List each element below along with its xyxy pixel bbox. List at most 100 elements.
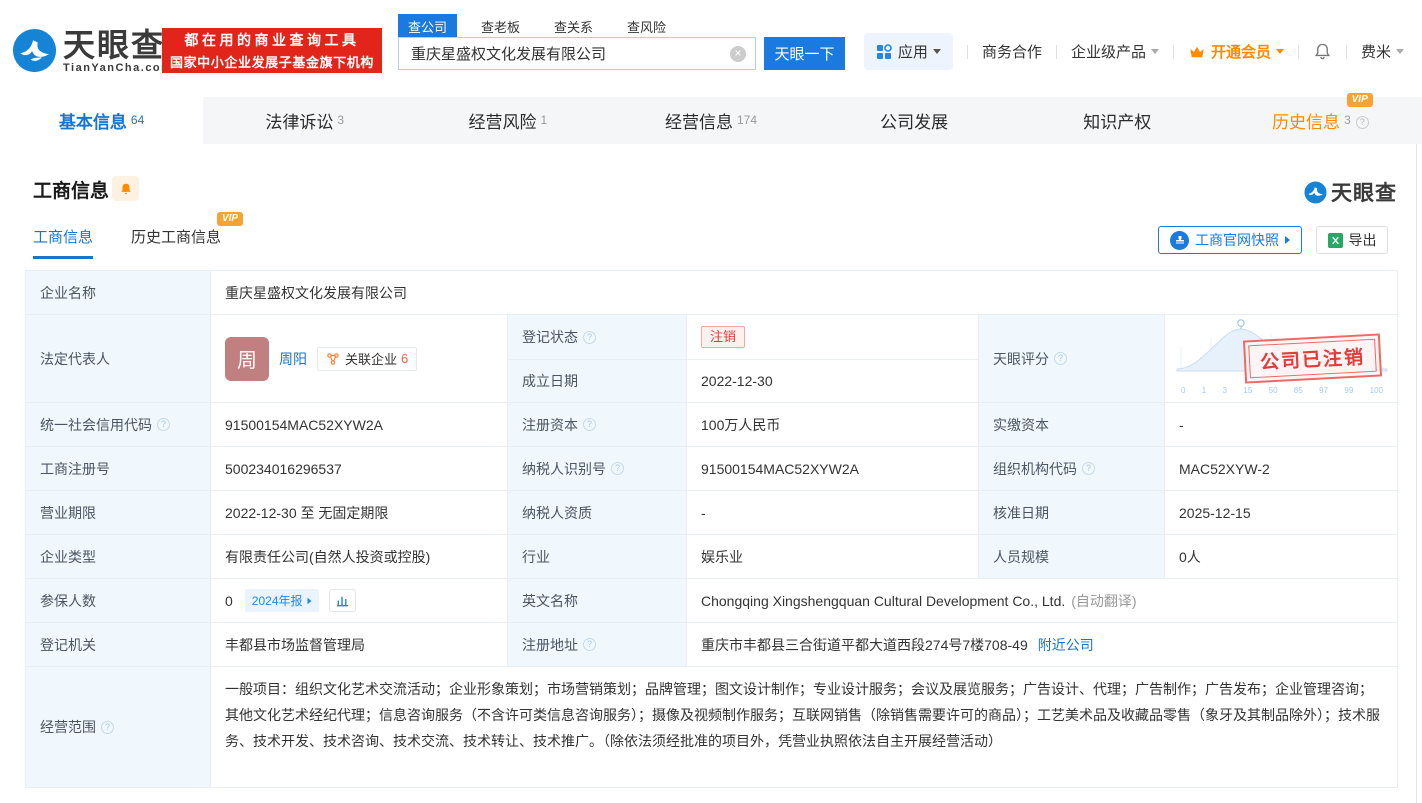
company-name-value: 重庆星盛权文化发展有限公司 — [210, 271, 1397, 314]
legal-rep-avatar[interactable]: 周 — [225, 336, 269, 381]
notifications-button[interactable] — [1313, 42, 1332, 61]
site-logo[interactable]: 天眼查 TianYanCha.com — [12, 28, 172, 74]
tab-count: 174 — [736, 113, 757, 127]
tab-company-development[interactable]: 公司发展 — [813, 97, 1016, 144]
help-icon[interactable]: ? — [1355, 116, 1369, 129]
label-text: 组织机构代码 — [993, 460, 1077, 477]
reg-status-value: 注销 — [686, 315, 978, 359]
label-text: 纳税人识别号 — [522, 460, 606, 477]
table-row-business-scope: 经营范围 ? 一般项目：组织文化艺术交流活动；企业形象策划；市场营销策划；品牌管… — [26, 667, 1397, 787]
tab-legal-litigation[interactable]: 法律诉讼 3 — [203, 97, 406, 144]
search-tab-company[interactable]: 查公司 — [398, 14, 458, 39]
tick: 50 — [1268, 386, 1278, 395]
score-axis-ticks: 0 1 3 15 50 85 97 99 100 — [1181, 386, 1383, 395]
help-icon[interactable]: ? — [583, 418, 596, 431]
related-count: 6 — [401, 351, 409, 366]
chevron-down-icon — [932, 49, 941, 54]
tab-business-info[interactable]: 经营信息 174 — [609, 97, 812, 144]
table-row-legal-rep: 法定代表人 周 周阳 关联企业 6 登记状态 ? 注销 成立日期 2022-12… — [26, 315, 1397, 403]
search-tab-relation[interactable]: 查关系 — [544, 14, 603, 39]
legal-rep-name-link[interactable]: 周阳 — [279, 349, 307, 369]
clear-search-icon[interactable]: × — [730, 46, 746, 62]
reg-number-value: 500234016296537 — [210, 447, 507, 490]
score-cell: 0 1 3 15 50 85 97 99 100 公司已注销 — [1164, 315, 1397, 402]
table-row-reg-number: 工商注册号 500234016296537 纳税人识别号 ? 91500154M… — [26, 447, 1397, 491]
related-companies-badge[interactable]: 关联企业 6 — [317, 346, 418, 371]
company-name-label: 企业名称 — [26, 271, 210, 314]
open-vip-menu[interactable]: 开通会员 — [1188, 41, 1284, 62]
industry-label: 行业 — [507, 535, 686, 578]
status-badge: 注销 — [701, 326, 746, 348]
export-button[interactable]: 导出 — [1316, 226, 1388, 254]
vip-badge: VIP — [1346, 93, 1373, 107]
tick: 3 — [1222, 386, 1228, 395]
sub-tabs: 工商信息 历史工商信息 VIP — [33, 212, 259, 259]
logo-title: 天眼查 — [63, 27, 166, 63]
official-snapshot-button[interactable]: 工商官网快照 — [1158, 226, 1302, 254]
help-icon[interactable]: ? — [101, 720, 114, 734]
brand-slogan-banner: 都在用的商业查询工具 国家中小企业发展子基金旗下机构 — [162, 28, 382, 73]
table-row-insured: 参保人数 0 2024年报 英文名称 Chongqing Xingshengqu… — [26, 579, 1397, 623]
bell-icon — [1314, 43, 1331, 60]
business-scope-label: 经营范围 ? — [26, 667, 210, 787]
tab-operation-risk[interactable]: 经营风险 1 — [406, 97, 609, 144]
label-text: 天眼评分 — [993, 350, 1049, 367]
tab-label: 基本信息 — [58, 113, 127, 132]
address-label: 注册地址 ? — [507, 623, 686, 666]
auto-translate-note: (自动翻译) — [1071, 592, 1137, 609]
tab-label: 经营信息 — [664, 113, 733, 132]
apps-grid-icon — [876, 43, 892, 59]
tab-basic-info[interactable]: 基本信息 64 — [0, 97, 204, 144]
apps-menu[interactable]: 应用 — [863, 33, 953, 70]
address-cell: 重庆市丰都县三合街道平都大道西段274号7楼708-49 附近公司 — [686, 623, 1397, 666]
search-tab-boss[interactable]: 查老板 — [471, 14, 530, 39]
help-icon[interactable]: ? — [583, 330, 596, 344]
help-icon[interactable]: ? — [1082, 462, 1095, 475]
logo-domain: TianYanCha.com — [63, 62, 173, 74]
tab-intellectual-property[interactable]: 知识产权 — [1016, 97, 1219, 144]
industry-value: 娱乐业 — [686, 535, 978, 578]
est-date-label: 成立日期 — [507, 359, 686, 402]
snapshot-label: 工商官网快照 — [1195, 232, 1279, 248]
label-text: 注册资本 — [522, 416, 578, 433]
divider — [1345, 44, 1347, 59]
tab-history-info[interactable]: 历史信息 3 ? VIP — [1219, 93, 1422, 144]
help-icon[interactable]: ? — [611, 462, 624, 475]
org-code-value: MAC52XYW-2 — [1164, 447, 1397, 490]
subscribe-bell-button[interactable] — [112, 176, 139, 201]
trend-chart-button[interactable] — [328, 589, 356, 612]
search-button[interactable]: 天眼一下 — [764, 37, 845, 70]
tick: 97 — [1319, 386, 1329, 395]
taxpayer-id-value: 91500154MAC52XYW2A — [686, 447, 978, 490]
table-row-reg-authority: 登记机关 丰都县市场监督管理局 注册地址 ? 重庆市丰都县三合街道平都大道西段2… — [26, 623, 1397, 667]
help-icon[interactable]: ? — [583, 638, 596, 651]
arrow-right-icon — [307, 597, 311, 604]
help-icon[interactable]: ? — [157, 418, 170, 431]
business-coop-link[interactable]: 商务合作 — [982, 41, 1042, 62]
search-box: × — [398, 37, 756, 70]
search-tab-risk[interactable]: 查风险 — [617, 14, 676, 39]
credit-code-label: 统一社会信用代码 ? — [26, 403, 210, 446]
search-input[interactable] — [399, 38, 755, 69]
reg-authority-label: 登记机关 — [26, 623, 210, 666]
subtab-business-registration[interactable]: 工商信息 — [33, 226, 94, 259]
legal-rep-label: 法定代表人 — [26, 315, 210, 402]
label-text: 统一社会信用代码 — [40, 416, 152, 433]
business-term-value: 2022-12-30 至 无固定期限 — [210, 491, 507, 534]
search-type-tabs: 查公司 查老板 查关系 查风险 — [398, 14, 690, 39]
reg-status-label: 登记状态 ? — [507, 315, 686, 359]
nearby-companies-link[interactable]: 附近公司 — [1038, 635, 1094, 655]
est-date-value: 2022-12-30 — [686, 359, 978, 402]
tick: 99 — [1344, 386, 1354, 395]
subtab-history-registration[interactable]: 历史工商信息 VIP — [131, 212, 244, 259]
help-icon[interactable]: ? — [1054, 352, 1067, 365]
staff-size-label: 人员规模 — [978, 535, 1164, 578]
watermark-text: 天眼查 — [1331, 182, 1397, 205]
label-text: 经营范围 — [40, 719, 96, 735]
annual-report-badge[interactable]: 2024年报 — [244, 589, 319, 612]
enterprise-products-menu[interactable]: 企业级产品 — [1071, 41, 1159, 62]
org-code-label: 组织机构代码 ? — [978, 447, 1164, 490]
taxpayer-id-label: 纳税人识别号 ? — [507, 447, 686, 490]
user-menu[interactable]: 费米 — [1361, 41, 1404, 62]
chevron-down-icon — [1396, 49, 1404, 54]
